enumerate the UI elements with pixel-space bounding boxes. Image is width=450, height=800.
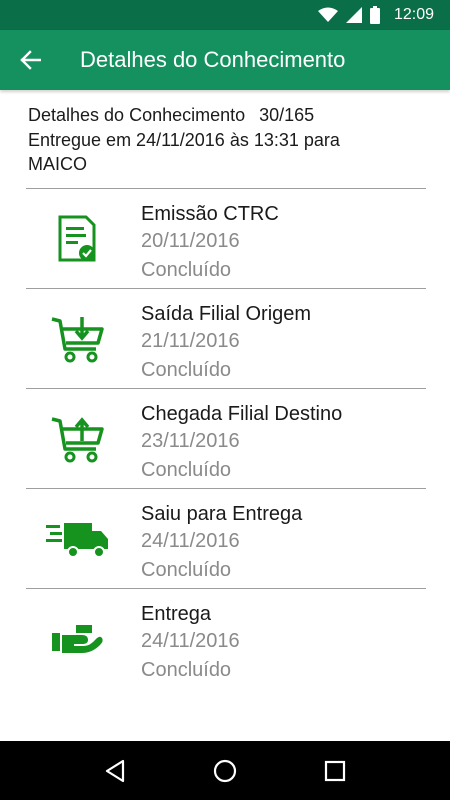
shipment-summary: Detalhes do Conhecimento 30/165 Entregue … [28, 103, 428, 177]
summary-label: Detalhes do Conhecimento [28, 105, 246, 125]
event-date: 21/11/2016 [141, 330, 240, 352]
event-title: Emissão CTRC [141, 203, 279, 225]
event-date: 23/11/2016 [141, 430, 240, 452]
event-status: Concluído [141, 559, 232, 581]
tracking-event[interactable]: Emissão CTRC 20/11/2016 Concluído [0, 189, 450, 289]
document-check-icon [46, 209, 110, 269]
event-title: Saiu para Entrega [141, 503, 303, 525]
event-date: 24/11/2016 [141, 530, 240, 552]
event-status: Concluído [141, 459, 232, 481]
event-status: Concluído [141, 359, 232, 381]
tracking-event[interactable]: Saída Filial Origem 21/11/2016 Concluído [0, 289, 450, 389]
arrow-back-icon [20, 50, 41, 70]
event-status: Concluído [141, 659, 232, 681]
event-date: 20/11/2016 [141, 230, 240, 252]
status-bar: 12:09 [0, 0, 450, 30]
triangle-back-icon [105, 759, 125, 782]
system-nav-bar [0, 741, 450, 800]
app-bar: Detalhes do Conhecimento [0, 30, 450, 90]
hand-package-icon [46, 609, 110, 669]
delivered-line: Entregue em 24/11/2016 às 13:31 para [28, 129, 340, 150]
square-recents-icon [324, 760, 346, 781]
summary-header-line: Detalhes do Conhecimento 30/165 [28, 103, 428, 128]
status-time: 12:09 [393, 6, 434, 23]
page-title: Detalhes do Conhecimento [80, 47, 346, 72]
delivery-truck-icon [46, 509, 110, 569]
event-title: Chegada Filial Destino [141, 403, 343, 425]
battery-icon [369, 6, 380, 24]
event-title: Saída Filial Origem [141, 303, 312, 325]
cart-up-icon [46, 409, 110, 469]
back-button[interactable] [2, 32, 58, 88]
shipment-number: 30/165 [259, 105, 315, 125]
cart-down-icon [46, 309, 110, 369]
tracking-event[interactable]: Entrega 24/11/2016 Concluído [0, 589, 450, 689]
cell-signal-icon [345, 7, 362, 23]
nav-home-button[interactable] [203, 749, 247, 793]
event-status: Concluído [141, 259, 232, 281]
wifi-icon [317, 7, 338, 23]
circle-home-icon [213, 759, 237, 782]
nav-recents-button[interactable] [313, 749, 357, 793]
tracking-event[interactable]: Chegada Filial Destino 23/11/2016 Conclu… [0, 389, 450, 489]
recipient-name: MAICO [28, 154, 88, 174]
tracking-event-list: Emissão CTRC 20/11/2016 Concluído Saída … [0, 189, 450, 689]
event-title: Entrega [141, 603, 212, 625]
nav-back-button[interactable] [93, 749, 137, 793]
tracking-event[interactable]: Saiu para Entrega 24/11/2016 Concluído [0, 489, 450, 589]
event-date: 24/11/2016 [141, 630, 240, 652]
